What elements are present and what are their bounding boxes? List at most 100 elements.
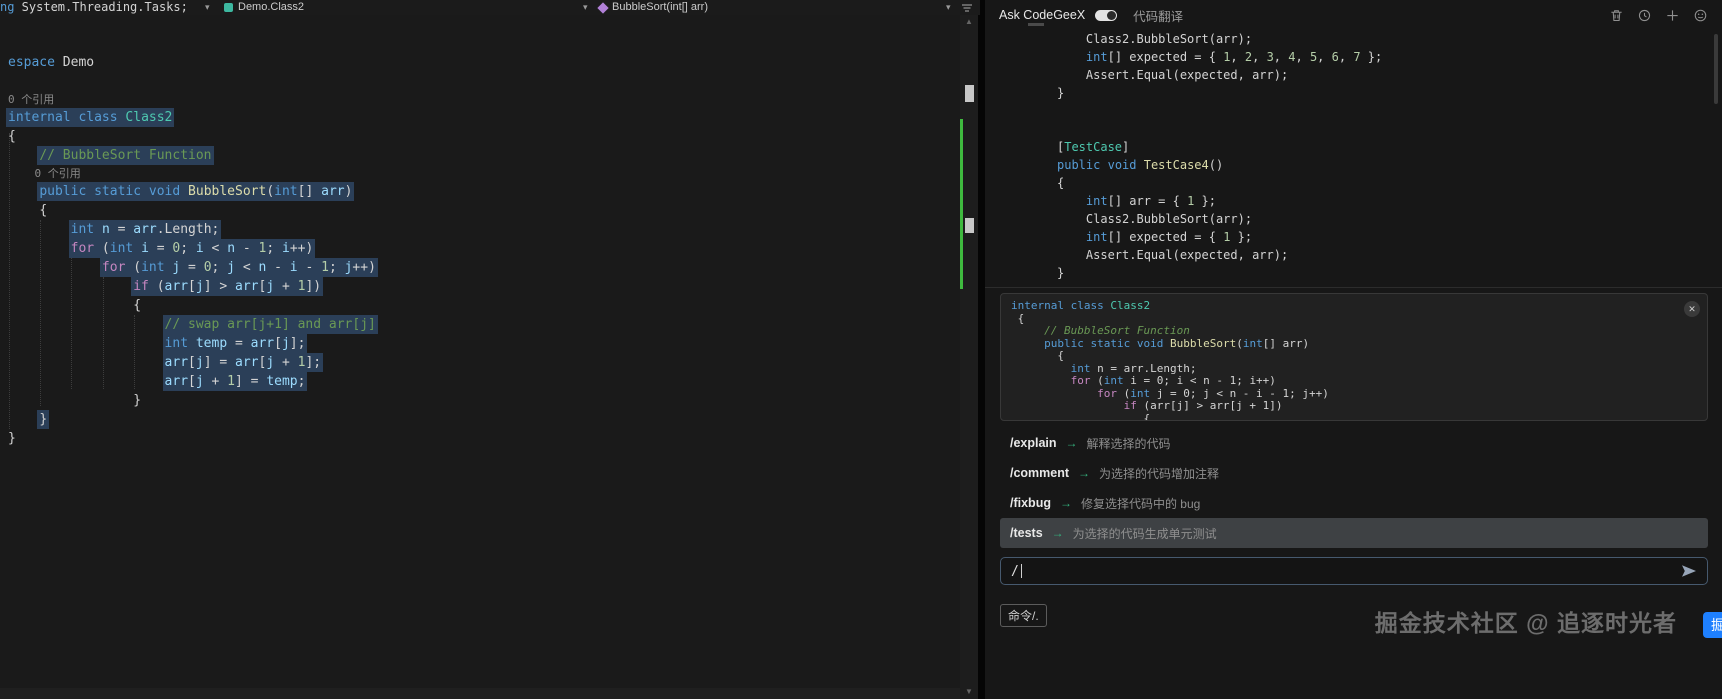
chat-input[interactable]: / <box>1000 557 1708 585</box>
command-item-comment[interactable]: /comment → 为选择的代码增加注释 <box>1000 458 1708 488</box>
code-line: int[] arr = { 1 }; <box>1085 194 1216 208</box>
command-item-fixbug[interactable]: /fixbug → 修复选择代码中的 bug <box>1000 488 1708 518</box>
nav-class-label: Demo.Class2 <box>238 1 305 13</box>
code-line: { <box>1143 411 1151 421</box>
nav-class-dropdown[interactable]: Demo.Class2 <box>224 0 304 15</box>
arrow-right-icon: → <box>1065 436 1078 450</box>
history-icon[interactable] <box>1637 8 1652 23</box>
selected-code-preview: internal class Class2 { // BubbleSort Fu… <box>1000 293 1708 421</box>
scrollbar-mark <box>965 85 974 102</box>
arrow-right-icon: → <box>1078 466 1091 480</box>
juejin-badge: 掘金 <box>1703 612 1722 638</box>
close-icon[interactable]: ✕ <box>1684 301 1700 317</box>
code-line: public static void BubbleSort(int[] arr) <box>1044 336 1310 350</box>
code-line: internal class Class2 <box>1011 299 1151 312</box>
arrow-right-icon: → <box>1059 496 1072 510</box>
feedback-smiley-icon[interactable] <box>1693 8 1708 23</box>
scroll-down-icon[interactable]: ▼ <box>960 687 978 696</box>
command-menu: /explain → 解释选择的代码/comment → 为选择的代码增加注释/fixb… <box>1000 428 1708 548</box>
code-line: int temp = arr[j]; <box>164 336 306 351</box>
code-line: } <box>39 412 48 427</box>
code-editor[interactable]: espace Demo 0 个引用 internal class Class2 { /… <box>0 15 960 688</box>
generated-tests-output[interactable]: Class2.BubbleSort(arr); int[] expected =… <box>1005 30 1710 282</box>
preview-code-block: internal class Class2 { // BubbleSort Fu… <box>1011 299 1697 421</box>
code-line: } <box>1057 86 1065 100</box>
command-description: 解释选择的代码 <box>1086 436 1171 451</box>
scrollbar-mark <box>965 218 974 233</box>
selection-range-marker <box>960 119 963 289</box>
trash-icon[interactable] <box>1609 8 1624 23</box>
code-line: { <box>1057 176 1065 190</box>
editor-navigation-bar: ng System.Threading.Tasks; ▾ Demo.Class2… <box>0 0 980 15</box>
nav-member-dropdown[interactable]: BubbleSort(int[] arr) <box>597 0 708 15</box>
codelens-line: 0 个引用 <box>8 93 55 106</box>
code-line: int[] expected = { 1, 2, 3, 4, 5, 6, 7 }… <box>1085 50 1383 64</box>
toggle-knob <box>1107 10 1117 20</box>
command-label: /tests <box>1010 526 1043 540</box>
command-description: 修复选择代码中的 bug <box>1080 496 1201 511</box>
scroll-up-icon[interactable]: ▲ <box>960 17 978 26</box>
editor-vertical-scrollbar[interactable]: ▲ ▼ <box>960 15 978 699</box>
command-description: 为选择的代码生成单元测试 <box>1072 526 1217 541</box>
code-line: for (int i = 0; i < n - 1; i++) <box>70 241 314 256</box>
code-line: { <box>133 298 142 313</box>
code-line: [TestCase] <box>1057 140 1130 154</box>
code-line: arr[j] = arr[j + 1]; <box>164 355 322 370</box>
watermark-text: 掘金技术社区 @ 追逐时光者 <box>1374 610 1677 636</box>
command-hint-button[interactable]: 命令/. <box>1000 604 1047 627</box>
method-icon <box>597 1 609 14</box>
code-line: internal class Class2 <box>8 110 173 125</box>
command-label: /fixbug <box>1010 496 1051 510</box>
chevron-down-icon[interactable]: ▾ <box>205 0 210 15</box>
arrow-right-icon: → <box>1051 526 1064 540</box>
command-label: /explain <box>1010 436 1057 450</box>
nav-member-label: BubbleSort(int[] arr) <box>612 1 708 13</box>
class-icon <box>224 3 233 12</box>
command-item-explain[interactable]: /explain → 解释选择的代码 <box>1000 428 1708 458</box>
codegeex-toggle[interactable] <box>1095 9 1118 21</box>
panel-header: Ask CodeGeeX 代码翻译 <box>985 0 1722 30</box>
code-line: } <box>8 431 16 446</box>
chat-input-value: / <box>1011 563 1019 579</box>
panel-title: Ask CodeGeeX <box>999 8 1086 22</box>
code-line: public static void BubbleSort(int[] arr) <box>39 184 353 199</box>
code-line: } <box>133 393 142 408</box>
command-description: 为选择的代码增加注释 <box>1099 466 1220 481</box>
codelens-line: 0 个引用 <box>34 167 81 180</box>
code-line: public void TestCase4() <box>1057 158 1224 172</box>
send-icon[interactable] <box>1681 564 1697 578</box>
code-line: espace Demo <box>8 55 95 70</box>
code-line: int n = arr.Length; <box>70 222 220 237</box>
code-line: if (arr[j] > arr[j + 1]) <box>133 279 322 294</box>
code-line: { <box>39 203 48 218</box>
command-label: /comment <box>1010 466 1070 480</box>
command-item-tests[interactable]: /tests → 为选择的代码生成单元测试 <box>1000 518 1708 548</box>
code-line: arr[j + 1] = temp; <box>164 374 306 389</box>
code-line: Class2.BubbleSort(arr); <box>1085 212 1253 226</box>
code-line: Assert.Equal(expected, arr); <box>1085 248 1289 262</box>
panel-scrollbar[interactable] <box>1714 34 1718 104</box>
code-line: for (int j = 0; j < n - i - 1; j++) <box>101 260 376 275</box>
panel-footer: 命令/. 掘金技术社区 @ 追逐时光者 掘金 <box>1000 600 1722 645</box>
chevron-down-icon[interactable]: ▾ <box>946 0 951 15</box>
plus-icon[interactable] <box>1665 8 1680 23</box>
code-line: // BubbleSort Function <box>39 148 212 163</box>
codegeex-panel: Ask CodeGeeX 代码翻译 Class2.BubbleSort(arr)… <box>985 0 1722 699</box>
code-line: { <box>8 129 16 144</box>
code-line: Class2.BubbleSort(arr); <box>1085 32 1253 46</box>
scroll-indicator-dash <box>1028 23 1044 26</box>
ide-window: ng System.Threading.Tasks; ▾ Demo.Class2… <box>0 0 1722 699</box>
editor-code-block: espace Demo 0 个引用 internal class Class2 { /… <box>8 15 376 448</box>
tab-code-translate[interactable]: 代码翻译 <box>1133 6 1183 25</box>
code-line: // swap arr[j+1] and arr[j] <box>164 317 376 332</box>
test-code-block: Class2.BubbleSort(arr); int[] expected =… <box>1005 30 1710 282</box>
chevron-down-icon[interactable]: ▾ <box>583 0 588 15</box>
code-line: Assert.Equal(expected, arr); <box>1085 68 1289 82</box>
section-divider <box>985 287 1722 288</box>
editor-horizontal-scrollbar[interactable] <box>0 688 960 699</box>
